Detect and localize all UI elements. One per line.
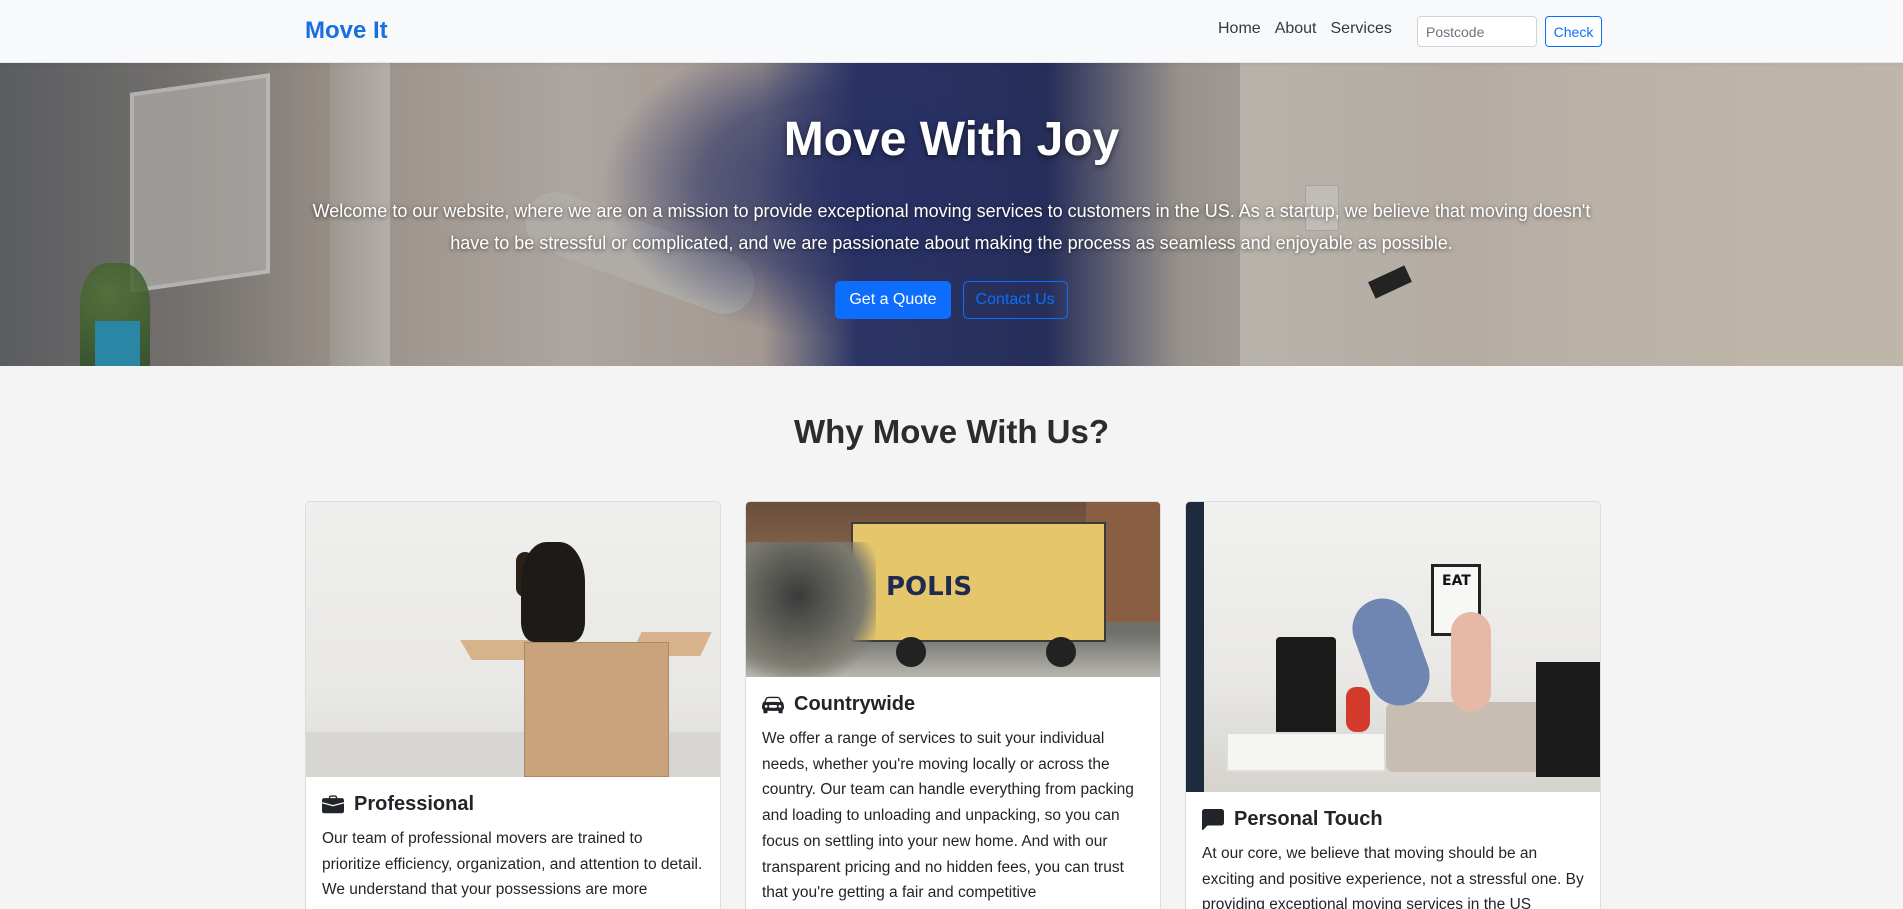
- briefcase-icon: [322, 794, 344, 813]
- card-body: Countrywide We offer a range of services…: [746, 677, 1160, 909]
- card-title: Professional: [322, 793, 704, 816]
- brand-logo[interactable]: Move It: [305, 17, 388, 45]
- get-quote-button[interactable]: Get a Quote: [835, 281, 951, 319]
- nav-links: Home About Services: [1218, 20, 1392, 38]
- hero-title: Move With Joy: [783, 113, 1120, 166]
- navbar: Move It Home About Services Check: [0, 0, 1903, 63]
- check-button[interactable]: Check: [1545, 16, 1602, 47]
- chat-icon: [1202, 808, 1224, 830]
- nav-link-services[interactable]: Services: [1331, 20, 1392, 38]
- card-body: Personal Touch At our core, we believe t…: [1186, 792, 1600, 909]
- card-image-dog-in-box: [306, 502, 720, 777]
- feature-card-professional: Professional Our team of professional mo…: [305, 501, 721, 909]
- card-body: Professional Our team of professional mo…: [306, 777, 720, 909]
- card-title-text: Countrywide: [794, 693, 916, 715]
- card-title-text: Personal Touch: [1234, 808, 1383, 830]
- contact-us-button[interactable]: Contact Us: [962, 281, 1068, 319]
- card-text: At our core, we believe that moving shou…: [1202, 845, 1584, 909]
- card-text: We offer a range of services to suit you…: [762, 730, 1134, 902]
- car-icon: [762, 696, 784, 713]
- card-title: Countrywide: [762, 693, 1144, 716]
- section-title: Why Move With Us?: [793, 413, 1110, 450]
- hero-buttons: Get a Quote Contact Us: [0, 281, 1903, 319]
- card-title-text: Professional: [354, 793, 475, 815]
- feature-card-personal-touch: EAT Personal Touch At our core, we belie…: [1185, 501, 1601, 909]
- card-image-family-moving-in: EAT: [1186, 502, 1600, 792]
- nav-link-about[interactable]: About: [1275, 20, 1317, 38]
- feature-card-countrywide: POLIS Countrywide We offer a range of se…: [745, 501, 1161, 909]
- card-image-moving-truck: POLIS: [746, 502, 1160, 677]
- postcode-input[interactable]: [1417, 16, 1537, 47]
- card-text: Our team of professional movers are trai…: [322, 830, 703, 899]
- card-title: Personal Touch: [1202, 808, 1584, 831]
- hero-description: Welcome to our website, where we are on …: [312, 201, 1591, 253]
- nav-link-home[interactable]: Home: [1218, 20, 1261, 38]
